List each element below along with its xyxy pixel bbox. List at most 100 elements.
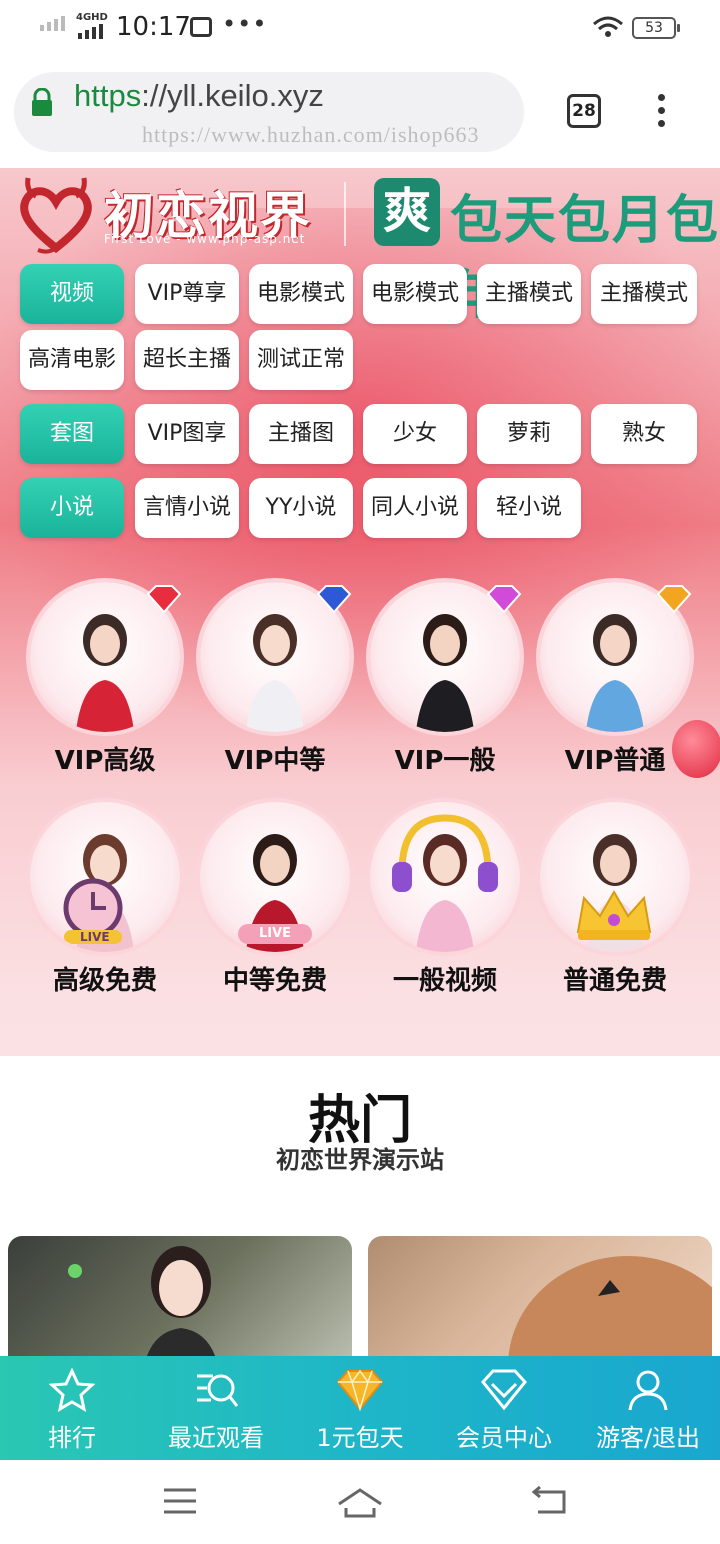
url-text[interactable]: https://yll.keilo.xyz: [74, 78, 324, 114]
page-content: 初恋视界 First Love - www.php-asp.net 爽 包天包月…: [0, 168, 720, 1356]
nav-label: 1元包天: [316, 1424, 404, 1452]
clock: 10:17: [116, 12, 191, 42]
chip-pictures-2[interactable]: 主播图: [249, 404, 353, 464]
brand-subtitle: First Love - www.php-asp.net: [104, 232, 306, 246]
person-avatar-icon: [415, 614, 475, 732]
free-tier-standard[interactable]: 普通免费: [530, 802, 700, 997]
chip-pictures-1[interactable]: VIP图享: [135, 404, 239, 464]
free-avatar: LIVE: [30, 802, 180, 952]
vip-tier-label: VIP一般: [394, 746, 496, 776]
bottom-navigation: 排行 最近观看 1元包天 会员中心 游客/退出: [0, 1356, 720, 1460]
nav-recent[interactable]: 最近观看: [144, 1356, 288, 1460]
light-dot: [68, 1264, 82, 1278]
chip-video-5[interactable]: 主播模式: [591, 264, 697, 324]
banner-divider: [344, 182, 346, 246]
free-tier-basic[interactable]: 一般视频: [360, 802, 530, 997]
watermark-text: https://www.huzhan.com/ishop663: [142, 122, 480, 147]
category-video[interactable]: 视频: [20, 264, 124, 324]
nav-daily-pass[interactable]: 1元包天: [288, 1356, 432, 1460]
vip-tier-medium[interactable]: VIP中等: [190, 582, 360, 777]
person-avatar-icon: [585, 614, 645, 732]
hot-section: 热门 初恋世界演示站: [0, 1056, 720, 1356]
nav-guest-logout[interactable]: 游客/退出: [576, 1356, 720, 1460]
signal-weak-icon: [40, 16, 65, 31]
nav-ranking[interactable]: 排行: [0, 1356, 144, 1460]
nav-membership[interactable]: 会员中心: [432, 1356, 576, 1460]
category-novels[interactable]: 小说: [20, 478, 124, 538]
free-tier-medium[interactable]: LIVE 中等免费: [190, 802, 360, 997]
person-thumbnail-icon: [146, 1246, 216, 1356]
url-host: ://yll.keilo.xyz: [141, 78, 324, 113]
nav-label: 排行: [48, 1424, 96, 1452]
home-icon[interactable]: [336, 1486, 384, 1520]
vip-tier-basic[interactable]: VIP一般: [360, 582, 530, 777]
url-scheme: https: [74, 78, 142, 113]
chip-pictures-5[interactable]: 熟女: [591, 404, 697, 464]
free-tier-premium[interactable]: LIVE 高级免费: [20, 802, 190, 997]
browser-toolbar: https://yll.keilo.xyz https://www.huzhan…: [0, 58, 720, 168]
chip-video-2[interactable]: 电影模式: [249, 264, 353, 324]
back-icon[interactable]: [530, 1486, 568, 1516]
person-thumbnail-icon: [508, 1256, 712, 1356]
chip-video-4[interactable]: 主播模式: [477, 264, 581, 324]
chip-video-6[interactable]: 高清电影: [20, 330, 124, 390]
video-thumbnail[interactable]: [368, 1236, 712, 1356]
free-tier-label: 中等免费: [222, 966, 327, 996]
vip-tier-premium[interactable]: VIP高级: [20, 582, 190, 777]
devil-heart-logo-icon: [20, 177, 92, 254]
chip-novels-4[interactable]: 轻小说: [477, 478, 581, 538]
chip-video-3[interactable]: 电影模式: [363, 264, 467, 324]
chip-pictures-4[interactable]: 萝莉: [477, 404, 581, 464]
chip-pictures-3[interactable]: 少女: [363, 404, 467, 464]
nav-label: 最近观看: [168, 1424, 264, 1452]
chip-novels-1[interactable]: 言情小说: [135, 478, 239, 538]
free-avatar: LIVE: [200, 802, 350, 952]
live-badge: LIVE: [238, 924, 312, 944]
overflow-menu-icon[interactable]: [658, 94, 668, 133]
free-tier-label: 普通免费: [562, 966, 667, 996]
headphones-icon: [392, 814, 498, 892]
history-search-icon: [197, 1374, 239, 1407]
status-bar: 4GHD 10:17 ••• 53: [0, 0, 720, 58]
star-icon: [49, 1368, 95, 1412]
chip-novels-2[interactable]: YY小说: [249, 478, 353, 538]
tab-switcher-button[interactable]: 28: [567, 94, 601, 128]
crown-icon: [576, 890, 652, 940]
signal-strong-icon: [78, 24, 103, 39]
nav-label: 游客/退出: [595, 1424, 701, 1452]
free-avatar: [540, 802, 690, 952]
site-banner: 初恋视界 First Love - www.php-asp.net 爽 包天包月…: [0, 168, 720, 326]
free-tier-label: 高级免费: [52, 966, 157, 996]
nav-label: 会员中心: [456, 1424, 552, 1452]
lock-icon: [32, 88, 52, 116]
category-pictures[interactable]: 套图: [20, 404, 124, 464]
battery-indicator: 53: [632, 17, 680, 39]
balloon-decoration: [672, 720, 720, 778]
person-avatar-icon: [245, 614, 305, 732]
chip-video-1[interactable]: VIP尊享: [135, 264, 239, 324]
gem-blue-icon: [316, 585, 352, 614]
system-navigation-bar: [0, 1460, 720, 1544]
gem-purple-icon: [486, 585, 522, 614]
chip-novels-3[interactable]: 同人小说: [363, 478, 467, 538]
chip-video-8[interactable]: 测试正常: [249, 330, 353, 390]
gem-red-icon: [146, 585, 182, 614]
wifi-icon: [593, 16, 623, 37]
diamond-icon: [481, 1369, 527, 1411]
user-icon: [628, 1370, 668, 1411]
live-badge: LIVE: [80, 930, 110, 944]
vip-tier-label: VIP中等: [224, 746, 326, 776]
message-icon: [190, 17, 212, 37]
menu-icon[interactable]: [162, 1486, 198, 1516]
chip-video-7[interactable]: 超长主播: [135, 330, 239, 390]
gem-gold-icon: [656, 585, 692, 614]
more-notifications-icon: •••: [222, 10, 268, 38]
person-avatar-icon: [75, 614, 135, 732]
free-avatar: [370, 802, 520, 952]
network-type: 4GHD: [76, 12, 108, 23]
app-icon: 爽: [374, 178, 440, 246]
video-thumbnail[interactable]: [8, 1236, 352, 1356]
gold-gem-icon: [336, 1369, 384, 1412]
hot-subtitle: 初恋世界演示站: [276, 1146, 444, 1174]
free-tier-label: 一般视频: [392, 966, 497, 996]
